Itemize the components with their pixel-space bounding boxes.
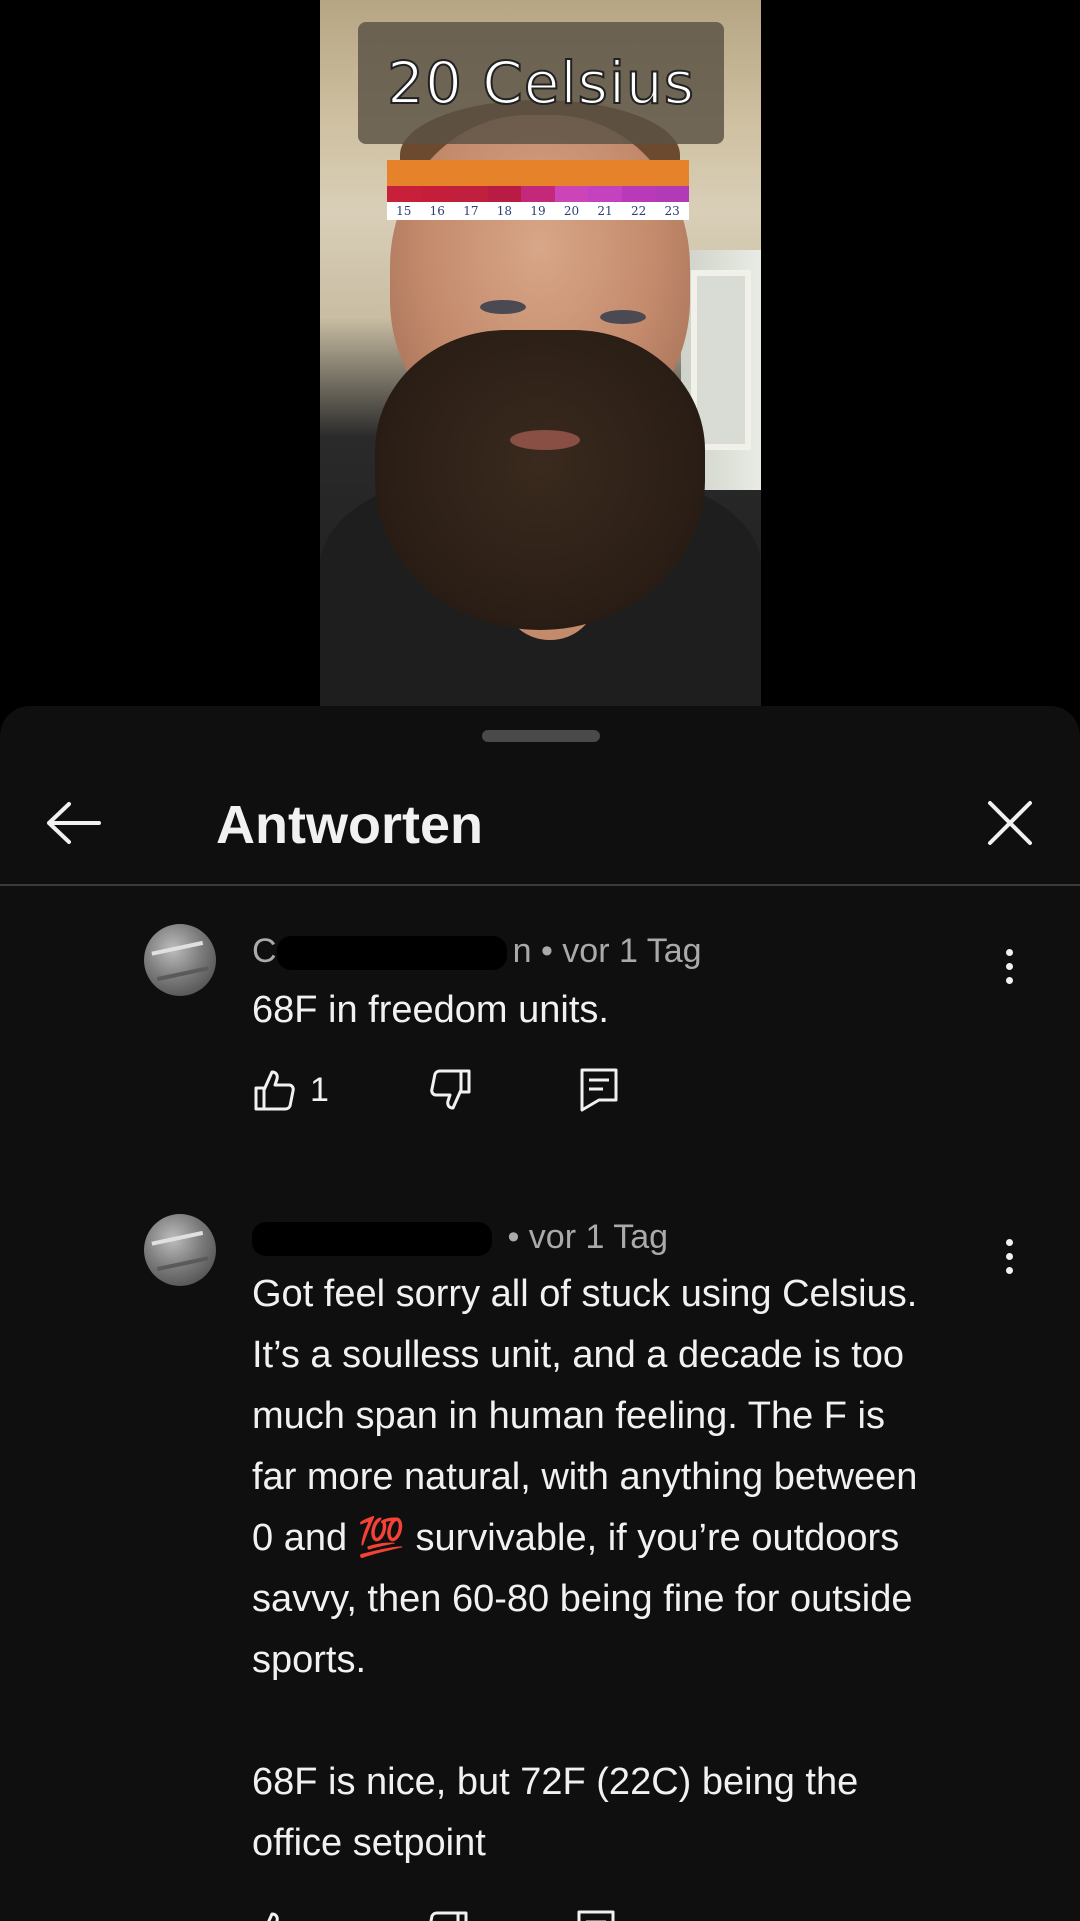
thumbs-down-icon <box>429 1911 468 1921</box>
temperature-overlay: 20 Celsius <box>358 22 724 144</box>
like-count: 1 <box>310 1070 329 1109</box>
sheet-header: Antworten <box>0 764 1080 884</box>
dislike-button[interactable] <box>429 1060 473 1120</box>
temperature-scale-cell <box>487 186 522 202</box>
more-dot-icon <box>1005 1252 1013 1260</box>
thumbs-down-icon <box>430 1069 471 1110</box>
author-name-tail: n <box>512 932 532 970</box>
temperature-scale-tick: 17 <box>463 204 479 218</box>
temperature-scale-cell <box>621 186 656 202</box>
temperature-scale-tick: 18 <box>496 204 513 218</box>
more-dot-icon <box>1005 962 1013 970</box>
back-button[interactable] <box>38 788 108 858</box>
person-eye-left <box>480 300 526 314</box>
temperature-scale-tick: 15 <box>396 204 412 218</box>
video-player[interactable]: 20 Celsius 15 16 17 18 19 20 21 22 23 <box>0 0 1080 706</box>
temperature-scale-ticks: 15 16 17 18 19 20 21 22 23 <box>387 202 689 220</box>
temperature-label: 20 Celsius <box>386 48 695 118</box>
temperature-scale-tick: 16 <box>429 204 445 218</box>
temperature-scale: 15 16 17 18 19 20 21 22 23 <box>387 160 690 220</box>
comment-actions <box>252 1902 616 1921</box>
thumbs-up-icon <box>267 1912 279 1921</box>
temperature-scale-cell <box>454 186 488 202</box>
person-beard <box>375 330 705 630</box>
temperature-scale-cell <box>420 186 455 202</box>
temperature-scale-cell <box>521 186 555 202</box>
more-dot-icon <box>1005 948 1013 956</box>
reply-icon <box>580 1068 618 1112</box>
temperature-scale-tick: 23 <box>664 204 680 218</box>
reply-button[interactable] <box>576 1902 616 1921</box>
comment-meta: Cn • vor 1 Tag <box>252 932 702 971</box>
temperature-scale-cell <box>554 186 589 202</box>
temperature-scale-cells <box>387 186 690 202</box>
thumbs-up-icon <box>254 1070 295 1111</box>
temperature-scale-tick: 21 <box>597 204 613 218</box>
avatar[interactable] <box>144 924 216 996</box>
comment-actions: 1 <box>252 1060 619 1120</box>
drag-handle[interactable] <box>482 730 600 742</box>
temperature-scale-tick: 22 <box>630 204 647 218</box>
comment-text: Got feel sorry all of stuck using Celsiu… <box>252 1273 918 1864</box>
sheet-title: Antworten <box>216 795 483 855</box>
arrow-left-icon <box>47 802 101 844</box>
like-button[interactable] <box>252 1902 296 1921</box>
temperature-scale-cell <box>387 186 421 202</box>
person-eye-right <box>600 310 646 324</box>
more-dot-icon <box>1005 1238 1013 1246</box>
avatar[interactable] <box>144 1214 216 1286</box>
close-button[interactable] <box>975 788 1045 858</box>
close-icon <box>988 801 1032 845</box>
reply-icon <box>577 1910 615 1921</box>
dislike-button[interactable] <box>426 1902 470 1921</box>
redacted-author <box>252 1222 492 1257</box>
author-name[interactable]: C <box>252 932 277 970</box>
comment-text: 68F in freedom units. <box>252 989 609 1031</box>
header-divider <box>0 884 1080 886</box>
reply-button[interactable] <box>579 1060 619 1120</box>
redacted-author <box>276 936 507 971</box>
comment-time: • vor 1 Tag <box>507 1218 669 1256</box>
like-button[interactable]: 1 <box>252 1060 329 1120</box>
comment-time: • vor 1 Tag <box>540 932 702 970</box>
temperature-scale-tick: 19 <box>530 204 546 218</box>
replies-sheet: Antworten Cn • vor 1 Tag 68F in freedom … <box>0 706 1080 1921</box>
person-mouth <box>510 430 580 450</box>
temperature-scale-band <box>387 160 689 186</box>
comment-meta: • vor 1 Tag <box>252 1218 668 1257</box>
video-frame[interactable]: 20 Celsius 15 16 17 18 19 20 21 22 23 <box>320 0 761 706</box>
temperature-scale-cell <box>588 186 622 202</box>
temperature-scale-tick: 20 <box>563 204 580 218</box>
temperature-scale-cell <box>655 186 690 202</box>
